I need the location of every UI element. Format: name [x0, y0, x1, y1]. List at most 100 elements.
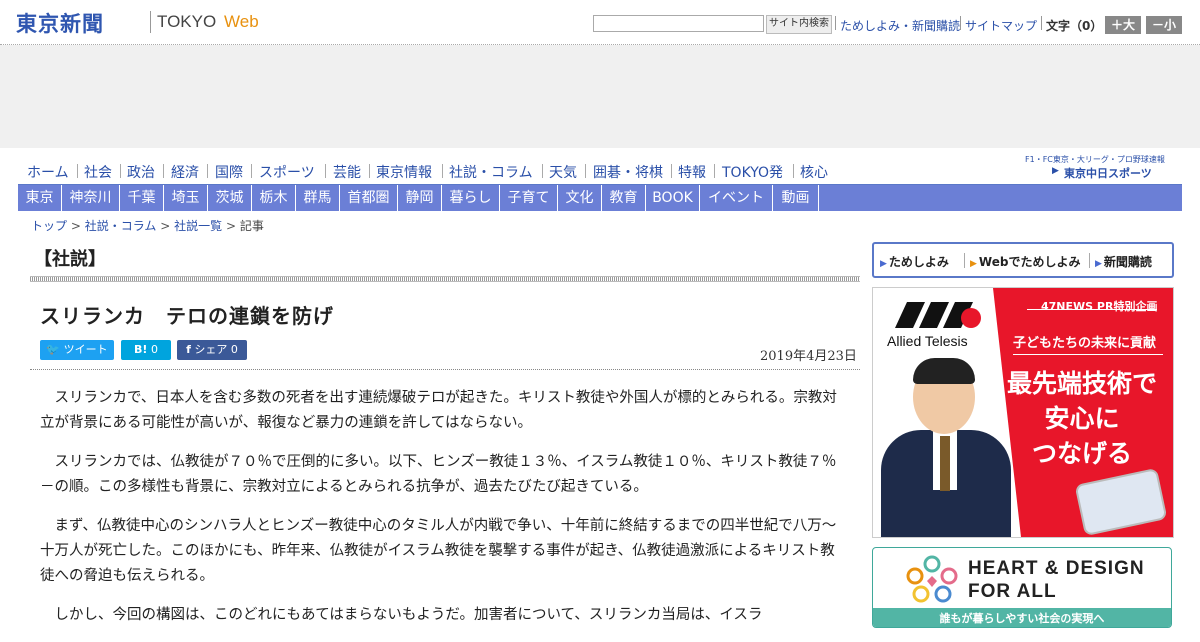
font-size-label: 文字（0） — [1046, 19, 1103, 33]
header-link-sitemap[interactable]: サイトマップ — [965, 17, 1037, 34]
font-bigger-button[interactable]: ＋大 — [1105, 16, 1141, 34]
nav-item-home[interactable]: ホーム — [27, 162, 69, 182]
twitter-icon: 🐦 — [46, 343, 61, 356]
region-item-shutoken[interactable]: 首都圏 — [340, 185, 398, 211]
arrow-right-icon: ▶ — [880, 259, 887, 269]
region-item-chiba[interactable]: 千葉 — [120, 185, 164, 211]
ad-title: FOR ALL — [968, 581, 1057, 602]
nav-item-entertainment[interactable]: 芸能 — [333, 162, 361, 182]
ad-brand-text: Allied Telesis — [887, 333, 968, 349]
nav-divider — [542, 164, 543, 178]
article-paragraph: しかし、今回の構図は、このどれにもあてはまらないもようだ。加害者について、スリラ… — [54, 607, 763, 623]
nav-item-economy[interactable]: 経済 — [171, 162, 199, 182]
header-link-subscribe[interactable]: ためしよみ・新聞購読 — [840, 17, 960, 34]
search-button[interactable]: サイト内検索 — [766, 15, 832, 34]
region-item-event[interactable]: イベント — [700, 185, 773, 211]
article-paragraph: まず、仏教徒中心のシンハラ人とヒンズー教徒中心のタミル人が内戦で争い、十年前に終… — [40, 518, 837, 584]
nav-item-tokyo-hatsu[interactable]: TOKYO発 — [722, 162, 783, 182]
region-item-shizuoka[interactable]: 静岡 — [398, 185, 442, 211]
region-item-tochigi[interactable]: 栃木 — [252, 185, 296, 211]
nav-divider — [442, 164, 443, 178]
nav-divider — [120, 164, 121, 178]
region-item-kyoiku[interactable]: 教育 — [602, 185, 646, 211]
region-item-tokyo[interactable]: 東京 — [18, 185, 62, 211]
nav-divider — [251, 164, 252, 178]
ad-headline: 最先端技術で 安心に つなげる — [997, 366, 1167, 471]
region-item-saitama[interactable]: 埼玉 — [164, 185, 208, 211]
logo-web-text[interactable]: Web — [224, 12, 259, 32]
sports-banner-text[interactable]: F1・FC東京・大リーグ・プロ野球速報 — [1025, 154, 1165, 165]
breadcrumb-sep: > — [225, 219, 236, 233]
hatena-count: 0 — [150, 343, 158, 356]
subscribe-link-web-trial[interactable]: ▶ Webでためしよみ — [970, 253, 1080, 270]
sports-banner-logo[interactable]: 東京中日スポーツ — [1064, 165, 1152, 181]
ad-caption: 誰もが暮らしやすい社会の実現へ — [939, 612, 1105, 625]
breadcrumb-link-list[interactable]: 社説一覧 — [174, 219, 222, 233]
breadcrumb-link-top[interactable]: トップ — [31, 219, 67, 233]
region-item-kurashi[interactable]: 暮らし — [442, 185, 500, 211]
ad-heart-design[interactable]: HEART & DESIGN FOR ALL 誰もが暮らしやすい社会の実現へ — [872, 547, 1172, 628]
region-item-ibaraki[interactable]: 茨城 — [208, 185, 252, 211]
logo-tokyo-text[interactable]: TOKYO — [157, 12, 216, 32]
top-ad-band — [0, 45, 1200, 148]
subscribe-link-trial[interactable]: ▶ ためしよみ — [880, 253, 949, 270]
section-divider — [30, 276, 860, 282]
nav-divider — [793, 164, 794, 178]
facebook-share-button[interactable]: f シェア 0 — [177, 340, 247, 360]
tweet-button[interactable]: 🐦 ツイート — [40, 340, 114, 360]
site-header: 東京新聞 TOKYO Web サイト内検索 ためしよみ・新聞購読 サイトマップ … — [0, 0, 1200, 45]
region-item-bunka[interactable]: 文化 — [558, 185, 602, 211]
article-body: スリランカで、日本人を含む多数の死者を出す連続爆破テロが起きた。キリスト教徒や外… — [40, 386, 845, 642]
article-paragraph: スリランカで、日本人を含む多数の死者を出す連続爆破テロが起きた。キリスト教徒や外… — [40, 390, 837, 431]
article-divider — [30, 369, 860, 370]
ad-headline-line: 最先端技術で — [1006, 369, 1157, 398]
ad-title: HEART & DESIGN — [968, 558, 1145, 579]
header-divider — [1041, 16, 1042, 30]
region-item-kosodate[interactable]: 子育て — [500, 185, 558, 211]
subscribe-divider — [1089, 253, 1090, 268]
region-item-kanagawa[interactable]: 神奈川 — [62, 185, 120, 211]
subscribe-link-label: Webでためしよみ — [978, 255, 1081, 269]
facebook-share-count: 0 — [230, 343, 238, 356]
nav-item-sports[interactable]: スポーツ — [259, 162, 315, 182]
nav-item-editorial[interactable]: 社説・コラム — [449, 162, 533, 182]
nav-item-go-shogi[interactable]: 囲碁・将棋 — [593, 162, 663, 182]
breadcrumb-sep: > — [70, 219, 81, 233]
font-smaller-button[interactable]: －小 — [1146, 16, 1182, 34]
person-hair — [913, 358, 975, 384]
ad-allied-telesis[interactable]: Allied Telesis 47NEWS PR特別企画 子どもたちの未来に貢献… — [872, 287, 1174, 538]
header-divider — [835, 16, 836, 30]
nav-item-weather[interactable]: 天気 — [549, 162, 577, 182]
subscribe-link-buy[interactable]: ▶ 新聞購読 — [1095, 253, 1152, 270]
nav-item-politics[interactable]: 政治 — [127, 162, 155, 182]
logo-divider — [150, 11, 151, 33]
breadcrumb-sep: > — [160, 219, 171, 233]
nav-item-society[interactable]: 社会 — [84, 162, 112, 182]
hatena-icon: B! — [134, 343, 148, 356]
nav-item-world[interactable]: 国際 — [215, 162, 243, 182]
search-input[interactable] — [593, 15, 764, 32]
breadcrumb-link-editorial[interactable]: 社説・コラム — [85, 219, 157, 233]
subscribe-box: ▶ ためしよみ ▶ Webでためしよみ ▶ 新聞購読 — [872, 242, 1174, 278]
nav-divider — [369, 164, 370, 178]
ad-subtitle: 子どもたちの未来に貢献 — [1013, 336, 1157, 351]
nav-divider — [714, 164, 715, 178]
nav-item-kakushin[interactable]: 核心 — [800, 162, 828, 182]
nav-item-tokuho[interactable]: 特報 — [678, 162, 706, 182]
site-logo[interactable]: 東京新聞 — [16, 8, 104, 38]
nav-divider — [163, 164, 164, 178]
nav-item-tokyo-info[interactable]: 東京情報 — [376, 162, 432, 182]
region-item-book[interactable]: BOOK — [646, 185, 700, 211]
region-item-video[interactable]: 動画 — [773, 185, 819, 211]
hatena-bookmark-button[interactable]: B! 0 — [121, 340, 171, 360]
breadcrumb: トップ > 社説・コラム > 社説一覧 > 記事 — [31, 217, 264, 234]
nav-divider — [207, 164, 208, 178]
subscribe-link-label: ためしよみ — [888, 255, 949, 269]
ad-headline-line: つなげる — [1031, 439, 1132, 468]
breadcrumb-current: 記事 — [239, 219, 264, 233]
publish-date: 2019年4月23日 — [760, 349, 857, 364]
ad-rule — [1013, 354, 1163, 355]
region-item-gunma[interactable]: 群馬 — [296, 185, 340, 211]
tweet-label: ツイート — [63, 343, 108, 356]
nav-divider — [585, 164, 586, 178]
